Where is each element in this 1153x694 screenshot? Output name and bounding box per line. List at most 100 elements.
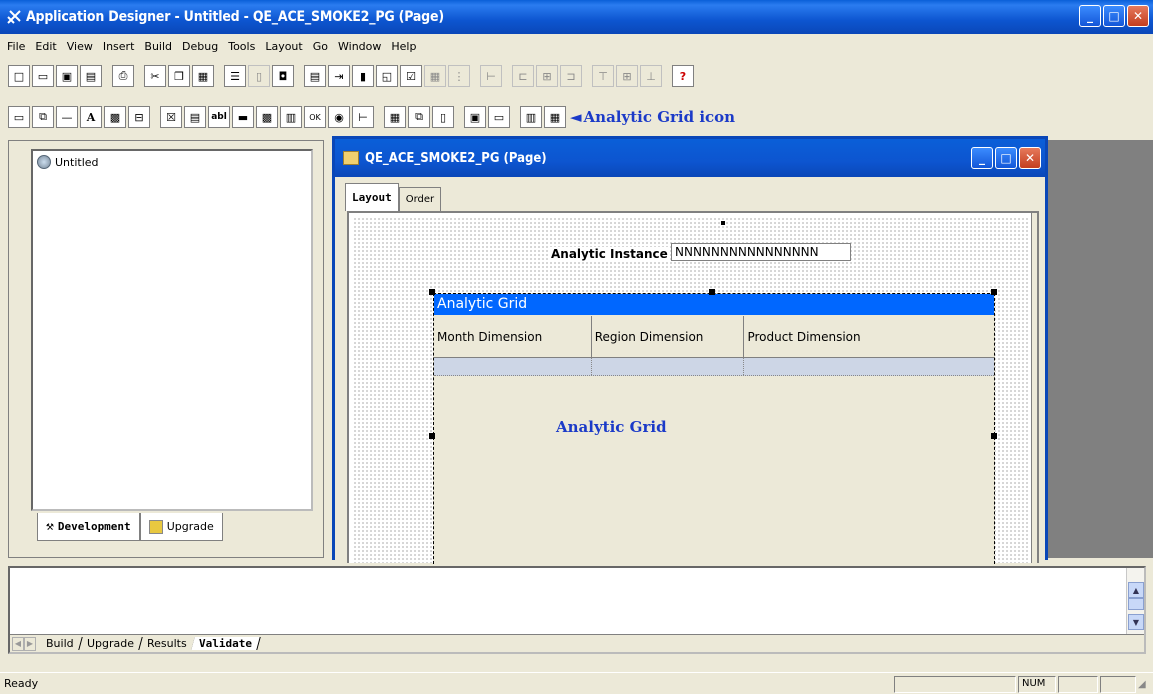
print-icon[interactable]: ⎙ bbox=[112, 65, 134, 87]
column-month-dimension[interactable]: Month Dimension bbox=[434, 316, 592, 357]
menu-debug[interactable]: Debug bbox=[177, 40, 223, 53]
snap-icon[interactable]: ⋮ bbox=[448, 65, 470, 87]
menu-build[interactable]: Build bbox=[139, 40, 177, 53]
validate-icon[interactable]: ☑ bbox=[400, 65, 422, 87]
find-icon[interactable]: ▤ bbox=[304, 65, 326, 87]
tab-order[interactable]: Order bbox=[398, 187, 442, 211]
layout-canvas[interactable]: Analytic Instance NNNNNNNNNNNNNNNN Analy… bbox=[353, 217, 1029, 569]
tab-validate[interactable]: Validate bbox=[191, 637, 262, 650]
static-image-icon[interactable]: ▩ bbox=[104, 106, 126, 128]
image-icon[interactable]: ▩ bbox=[256, 106, 278, 128]
canvas-scrollbar[interactable] bbox=[1031, 213, 1037, 563]
column-region-dimension[interactable]: Region Dimension bbox=[592, 316, 745, 357]
copy-icon[interactable]: ❐ bbox=[168, 65, 190, 87]
tab-separator-icon[interactable]: ⊟ bbox=[128, 106, 150, 128]
menu-go[interactable]: Go bbox=[308, 40, 333, 53]
grid-toggle-icon[interactable]: ▦ bbox=[424, 65, 446, 87]
scroll-thumb[interactable] bbox=[1128, 598, 1144, 610]
status-bar: Ready NUM ◢ bbox=[0, 672, 1153, 694]
scroll-bar-icon[interactable]: ▯ bbox=[432, 106, 454, 128]
tab-development[interactable]: ⚒ Development bbox=[37, 513, 140, 541]
tree-item-untitled[interactable]: Untitled bbox=[37, 155, 99, 169]
grid-icon[interactable]: ▦ bbox=[384, 106, 406, 128]
long-edit-box-icon[interactable]: ▥ bbox=[280, 106, 302, 128]
tab-build[interactable]: Build bbox=[38, 637, 83, 650]
layout-canvas-frame: Analytic Instance NNNNNNNNNNNNNNNN Analy… bbox=[347, 211, 1039, 569]
menu-edit[interactable]: Edit bbox=[30, 40, 61, 53]
open-icon[interactable]: ▭ bbox=[32, 65, 54, 87]
development-icon: ⚒ bbox=[46, 519, 54, 534]
analytic-instance-field[interactable]: NNNNNNNNNNNNNNNN bbox=[671, 243, 851, 261]
grid-row[interactable] bbox=[434, 358, 994, 376]
html-area-icon[interactable]: ▬ bbox=[232, 106, 254, 128]
group-box-icon[interactable]: ⧉ bbox=[32, 106, 54, 128]
cut-icon[interactable]: ✂ bbox=[144, 65, 166, 87]
menu-help[interactable]: Help bbox=[386, 40, 421, 53]
menu-tools[interactable]: Tools bbox=[223, 40, 260, 53]
save-icon[interactable]: ▣ bbox=[56, 65, 78, 87]
menu-window[interactable]: Window bbox=[333, 40, 386, 53]
scroll-area-icon[interactable]: ⧉ bbox=[408, 106, 430, 128]
tab-layout[interactable]: Layout bbox=[345, 183, 399, 211]
resize-handle-e[interactable] bbox=[991, 433, 997, 439]
tab-next-icon[interactable]: ▶ bbox=[24, 636, 36, 651]
align-right-icon[interactable]: ⊐ bbox=[560, 65, 582, 87]
align-left-icon[interactable]: ⊏ bbox=[512, 65, 534, 87]
align-top-icon[interactable]: ⊤ bbox=[592, 65, 614, 87]
push-button-icon[interactable]: OK bbox=[304, 106, 326, 128]
align-bottom-icon[interactable]: ⊥ bbox=[640, 65, 662, 87]
analytic-grid-icon[interactable]: ▦ bbox=[544, 106, 566, 128]
chart-icon[interactable]: ▥ bbox=[520, 106, 542, 128]
column-product-dimension[interactable]: Product Dimension bbox=[744, 316, 994, 357]
drop-down-list-icon[interactable]: ▤ bbox=[184, 106, 206, 128]
resize-handle-n[interactable] bbox=[709, 289, 715, 295]
grid-caption: Analytic Grid bbox=[556, 418, 667, 436]
scroll-up-icon[interactable]: ▲ bbox=[1128, 582, 1144, 598]
close-button[interactable]: ✕ bbox=[1127, 5, 1149, 27]
child-minimize-button[interactable]: _ bbox=[971, 147, 993, 169]
edit-box-icon[interactable]: abl bbox=[208, 106, 230, 128]
maximize-button[interactable]: □ bbox=[1103, 5, 1125, 27]
menu-layout[interactable]: Layout bbox=[260, 40, 307, 53]
menu-view[interactable]: View bbox=[62, 40, 98, 53]
resize-handle-ne[interactable] bbox=[991, 289, 997, 295]
align-middle-icon[interactable]: ⊞ bbox=[616, 65, 638, 87]
tab-order-icon[interactable]: ⇥ bbox=[328, 65, 350, 87]
menu-insert[interactable]: Insert bbox=[98, 40, 140, 53]
resize-grip-icon[interactable]: ◢ bbox=[1138, 679, 1146, 690]
tab-upgrade[interactable]: Upgrade bbox=[139, 513, 223, 541]
tab-prev-icon[interactable]: ◀ bbox=[12, 636, 24, 651]
html-icon[interactable]: ◱ bbox=[376, 65, 398, 87]
tab-results[interactable]: Results bbox=[138, 637, 196, 650]
align-center-icon[interactable]: ⊞ bbox=[536, 65, 558, 87]
scroll-down-icon[interactable]: ▼ bbox=[1128, 614, 1144, 630]
frame-icon[interactable]: ▭ bbox=[8, 106, 30, 128]
field-icon[interactable]: ▮ bbox=[352, 65, 374, 87]
save-all-icon[interactable]: ▤ bbox=[80, 65, 102, 87]
menu-file[interactable]: File bbox=[2, 40, 30, 53]
analytic-grid[interactable]: Analytic Grid Month Dimension Region Dim… bbox=[433, 293, 995, 569]
secondary-page-icon[interactable]: ▣ bbox=[464, 106, 486, 128]
child-maximize-button[interactable]: □ bbox=[995, 147, 1017, 169]
static-text-icon[interactable]: A bbox=[80, 106, 102, 128]
properties-icon[interactable]: ☰ bbox=[224, 65, 246, 87]
horizontal-rule-icon[interactable]: — bbox=[56, 106, 78, 128]
definition-icon[interactable]: ▯ bbox=[248, 65, 270, 87]
subpage-icon[interactable]: ▭ bbox=[488, 106, 510, 128]
resize-handle-w[interactable] bbox=[429, 433, 435, 439]
align-icon[interactable]: ⊢ bbox=[480, 65, 502, 87]
minimize-button[interactable]: _ bbox=[1079, 5, 1101, 27]
tab-upgrade-output[interactable]: Upgrade bbox=[78, 637, 143, 650]
radio-button-icon[interactable]: ◉ bbox=[328, 106, 350, 128]
tree-icon[interactable]: ⊢ bbox=[352, 106, 374, 128]
child-close-button[interactable]: ✕ bbox=[1019, 147, 1041, 169]
paste-icon[interactable]: ▦ bbox=[192, 65, 214, 87]
anchor-handle[interactable] bbox=[721, 221, 725, 225]
help-icon[interactable]: ? bbox=[672, 65, 694, 87]
view-icon[interactable]: ◘ bbox=[272, 65, 294, 87]
new-icon[interactable]: □ bbox=[8, 65, 30, 87]
checkbox-icon[interactable]: ☒ bbox=[160, 106, 182, 128]
output-scrollbar[interactable]: ▲ ▼ bbox=[1126, 568, 1144, 636]
resize-handle-nw[interactable] bbox=[429, 289, 435, 295]
app-designer-icon bbox=[7, 10, 21, 24]
